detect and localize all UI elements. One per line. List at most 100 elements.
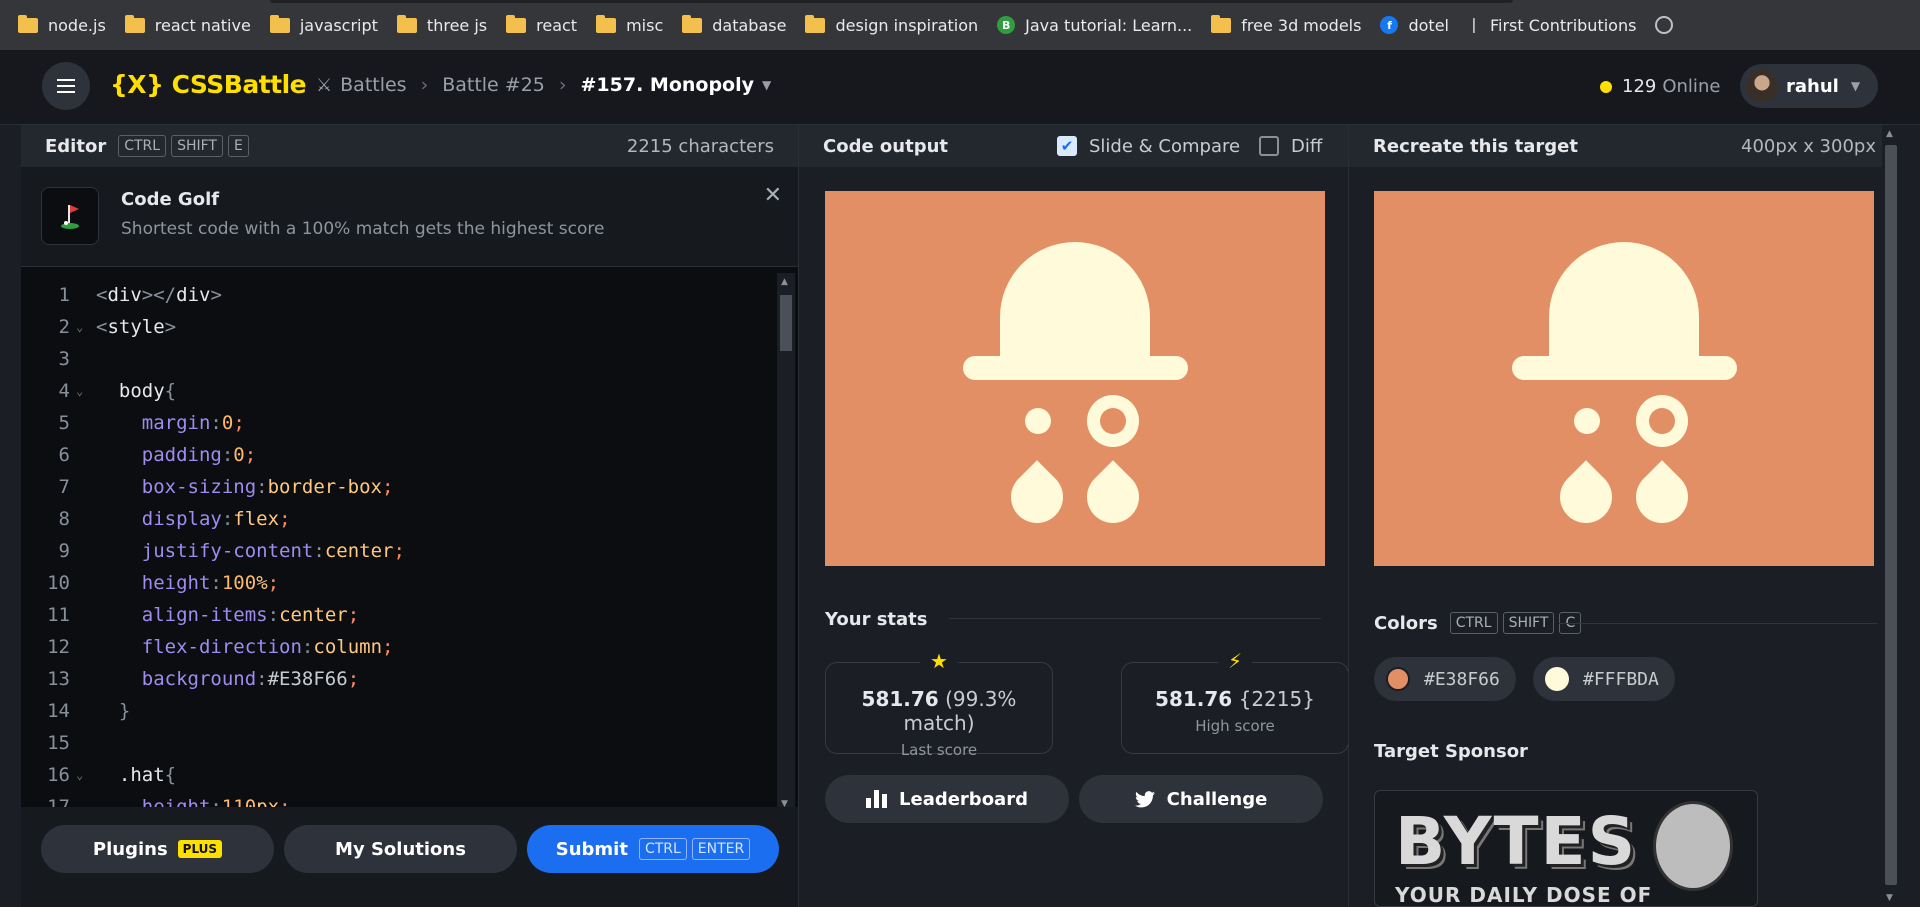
- user-menu[interactable]: rahul ▼: [1740, 64, 1878, 108]
- logo[interactable]: {X} CSSBattle: [110, 70, 307, 99]
- star-icon: ★: [920, 649, 958, 673]
- monocle: [1087, 395, 1139, 447]
- high-chars: {2215}: [1238, 687, 1315, 711]
- fold-chevron-icon[interactable]: ⌄: [76, 384, 96, 398]
- code-line[interactable]: 6 padding:0;: [21, 439, 776, 471]
- output-canvas[interactable]: [825, 191, 1325, 566]
- menu-button[interactable]: [42, 62, 90, 110]
- code-line[interactable]: 7 box-sizing:border-box;: [21, 471, 776, 503]
- my-solutions-button[interactable]: My Solutions: [284, 825, 517, 873]
- bookmark-three-js[interactable]: three js: [396, 14, 487, 35]
- line-number: 2: [58, 316, 70, 338]
- bookmark-label: react: [536, 15, 578, 35]
- facebook-icon: f: [1380, 16, 1399, 34]
- checkbox-unchecked-icon[interactable]: [1259, 136, 1279, 156]
- challenge-button[interactable]: Challenge: [1079, 775, 1323, 823]
- bookmark-label: free 3d models: [1241, 15, 1362, 35]
- scroll-down-icon[interactable]: ▼: [1886, 893, 1893, 903]
- bookmark-design-inspiration[interactable]: design inspiration: [805, 14, 978, 35]
- bookmark-globe[interactable]: [1655, 16, 1674, 34]
- code-line[interactable]: 2 ⌄ <style>: [21, 311, 776, 343]
- code-line[interactable]: 12 flex-direction:column;: [21, 631, 776, 663]
- code-line[interactable]: 9 justify-content:center;: [21, 535, 776, 567]
- code-line[interactable]: 10 height:100%;: [21, 567, 776, 599]
- bookmark-label: node.js: [48, 15, 106, 35]
- scroll-thumb[interactable]: [780, 295, 792, 351]
- golf-subtitle: Shortest code with a 100% match gets the…: [121, 219, 605, 239]
- crumb-current-target[interactable]: #157. Monopoly: [581, 74, 755, 96]
- stats-title: Your stats: [825, 609, 928, 630]
- line-number: 8: [58, 508, 70, 530]
- editor-header: Editor CTRL SHIFT E 2215 characters: [21, 125, 798, 167]
- line-number: 5: [58, 412, 70, 434]
- bookmark-java-tutorial[interactable]: B Java tutorial: Learn...: [997, 16, 1192, 35]
- colors-header: Colors CTRL SHIFT C: [1374, 612, 1582, 634]
- bookmark-first-contributions[interactable]: ᛁ First Contributions: [1468, 16, 1636, 35]
- chevron-right-icon: ›: [420, 74, 429, 96]
- bookmark-javascript[interactable]: javascript: [269, 14, 378, 35]
- bookmark-database[interactable]: database: [682, 14, 786, 35]
- output-panel: Code output ✔ Slide & Compare Diff Your …: [798, 125, 1349, 907]
- scroll-thumb[interactable]: [1885, 145, 1897, 885]
- code-line[interactable]: 14 }: [21, 695, 776, 727]
- bookmark-label: misc: [626, 15, 664, 35]
- slide-compare-toggle[interactable]: ✔ Slide & Compare: [1057, 136, 1240, 157]
- plugins-label: Plugins: [92, 838, 168, 860]
- bookmark-node-js[interactable]: node.js: [18, 14, 106, 35]
- scroll-up-icon[interactable]: ▲: [1886, 129, 1893, 139]
- bookmarks-bar: node.js react native javascript three js…: [0, 0, 1920, 50]
- code-text: align-items:center;: [141, 604, 360, 626]
- code-golf-banner: Code Golf Shortest code with a 100% matc…: [21, 167, 798, 267]
- bookmark-react-native[interactable]: react native: [124, 14, 251, 35]
- bookmark-react[interactable]: react: [506, 14, 578, 35]
- avatar: [1746, 70, 1778, 102]
- color-swatch-secondary[interactable]: #FFFBDA: [1533, 657, 1675, 701]
- code-line[interactable]: 17 height:110px;: [21, 791, 776, 807]
- output-title: Code output: [823, 135, 949, 157]
- editor-scrollbar[interactable]: ▲ ▼: [777, 273, 795, 813]
- code-line[interactable]: 1 <div></div>: [21, 279, 776, 311]
- crumb-battles[interactable]: Battles: [340, 74, 406, 96]
- leaderboard-button[interactable]: Leaderboard: [825, 775, 1069, 823]
- page-scrollbar[interactable]: ▲ ▼: [1882, 125, 1900, 907]
- sponsor-banner[interactable]: BYTES YOUR DAILY DOSE OF: [1374, 790, 1758, 907]
- chevron-down-icon[interactable]: ▼: [762, 78, 771, 92]
- submit-button[interactable]: Submit CTRL ENTER: [527, 825, 779, 873]
- code-text: <style>: [96, 316, 177, 338]
- fold-chevron-icon[interactable]: ⌄: [76, 320, 96, 334]
- code-line[interactable]: 16 ⌄ .hat{: [21, 759, 776, 791]
- code-text: margin:0;: [141, 412, 245, 434]
- code-line[interactable]: 11 align-items:center;: [21, 599, 776, 631]
- code-line[interactable]: 4 ⌄ body{: [21, 375, 776, 407]
- last-score: 581.76: [861, 687, 939, 711]
- diff-toggle[interactable]: Diff: [1259, 136, 1322, 157]
- divider: [1559, 623, 1877, 624]
- fold-chevron-icon[interactable]: ⌄: [76, 768, 96, 782]
- code-line[interactable]: 8 display:flex;: [21, 503, 776, 535]
- bar-chart-icon: [866, 790, 888, 808]
- bookmark-dotel[interactable]: f dotel: [1380, 16, 1449, 35]
- folder-icon: [396, 14, 417, 33]
- mustache-right: [1625, 460, 1699, 534]
- color-swatch-primary[interactable]: #E38F66: [1374, 657, 1516, 701]
- divider: [949, 618, 1321, 619]
- line-number: 1: [58, 284, 70, 306]
- checkbox-checked-icon[interactable]: ✔: [1057, 136, 1077, 156]
- scroll-up-icon[interactable]: ▲: [781, 277, 788, 287]
- target-canvas[interactable]: [1374, 191, 1874, 566]
- crumb-battle[interactable]: Battle #25: [442, 74, 545, 96]
- close-icon[interactable]: ✕: [764, 183, 782, 208]
- code-line[interactable]: 5 margin:0;: [21, 407, 776, 439]
- code-line[interactable]: 3: [21, 343, 776, 375]
- line-number: 16: [47, 764, 70, 786]
- plugins-button[interactable]: Plugins PLUS: [41, 825, 274, 873]
- bookmark-label: react native: [154, 15, 251, 35]
- bookmark-free-3d-models[interactable]: free 3d models: [1211, 14, 1362, 35]
- kbd-key: ENTER: [691, 838, 751, 860]
- kbd-key: E: [227, 135, 249, 157]
- code-line[interactable]: 15: [21, 727, 776, 759]
- code-line[interactable]: 13 background:#E38F66;: [21, 663, 776, 695]
- folder-icon: [596, 14, 617, 33]
- code-editor[interactable]: 1 <div></div> 2 ⌄ <style> 3 4 ⌄ body{5 margin:0…: [21, 267, 776, 807]
- bookmark-misc[interactable]: misc: [596, 14, 664, 35]
